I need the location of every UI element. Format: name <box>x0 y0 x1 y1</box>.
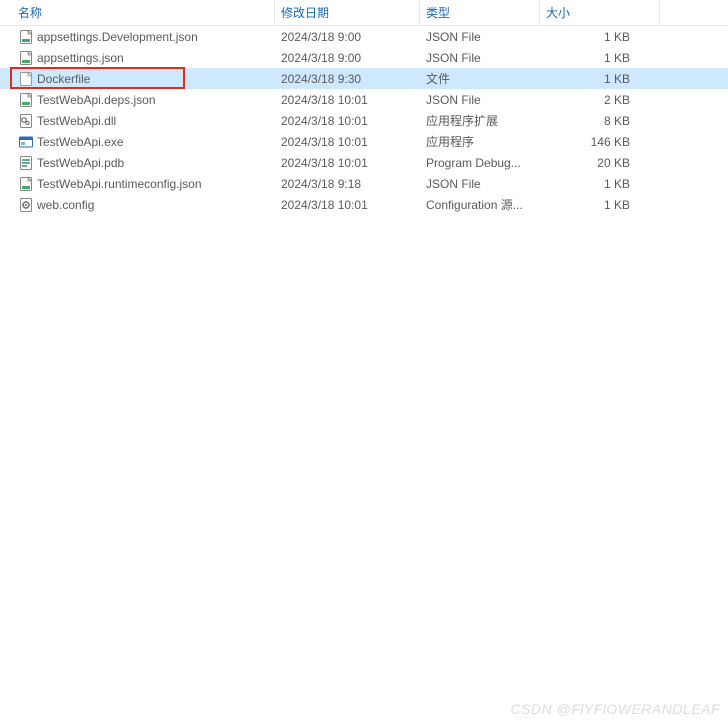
file-date-cell: 2024/3/18 10:01 <box>275 198 420 212</box>
json-file-icon <box>18 29 34 45</box>
file-row[interactable]: Dockerfile 2024/3/18 9:30文件1 KB <box>0 68 728 89</box>
exe-file-icon <box>18 134 34 150</box>
file-name-label: TestWebApi.dll <box>37 114 116 128</box>
file-row[interactable]: TestWebApi.exe 2024/3/18 10:01应用程序146 KB <box>0 131 728 152</box>
file-list: appsettings.Development.json 2024/3/18 9:… <box>0 26 728 215</box>
file-date-cell: 2024/3/18 9:00 <box>275 51 420 65</box>
file-name-cell: TestWebApi.deps.json <box>0 92 275 108</box>
file-date-cell: 2024/3/18 10:01 <box>275 135 420 149</box>
file-type-cell: 应用程序扩展 <box>420 112 540 129</box>
file-row[interactable]: web.config 2024/3/18 10:01Configuration 源… <box>0 194 728 215</box>
column-header-row: 名称 修改日期 类型 大小 <box>0 0 728 26</box>
file-date-cell: 2024/3/18 10:01 <box>275 114 420 128</box>
file-size-cell: 1 KB <box>540 198 660 212</box>
file-name-cell: Dockerfile <box>0 71 275 87</box>
file-size-cell: 1 KB <box>540 51 660 65</box>
file-name-label: TestWebApi.runtimeconfig.json <box>37 177 202 191</box>
column-header-date[interactable]: 修改日期 <box>275 0 420 25</box>
file-row[interactable]: TestWebApi.deps.json 2024/3/18 10:01JSON … <box>0 89 728 110</box>
file-size-cell: 146 KB <box>540 135 660 149</box>
file-row[interactable]: appsettings.Development.json 2024/3/18 9:… <box>0 26 728 47</box>
file-explorer: 名称 修改日期 类型 大小 appsettings.Development.js… <box>0 0 728 725</box>
watermark: CSDN @FlYFlOWERANDLEAF <box>510 701 720 717</box>
file-row[interactable]: TestWebApi.dll 2024/3/18 10:01应用程序扩展8 KB <box>0 110 728 131</box>
file-type-cell: 应用程序 <box>420 133 540 150</box>
file-name-cell: TestWebApi.pdb <box>0 155 275 171</box>
file-type-cell: JSON File <box>420 30 540 44</box>
file-size-cell: 1 KB <box>540 30 660 44</box>
file-name-label: appsettings.Development.json <box>37 30 198 44</box>
pdb-file-icon <box>18 155 34 171</box>
json-file-icon <box>18 176 34 192</box>
file-name-label: appsettings.json <box>37 51 124 65</box>
file-row[interactable]: TestWebApi.pdb 2024/3/18 10:01Program Deb… <box>0 152 728 173</box>
file-name-label: Dockerfile <box>37 72 90 86</box>
file-type-cell: JSON File <box>420 51 540 65</box>
file-name-cell: web.config <box>0 197 275 213</box>
file-date-cell: 2024/3/18 9:30 <box>275 72 420 86</box>
file-type-cell: 文件 <box>420 70 540 87</box>
file-row[interactable]: appsettings.json 2024/3/18 9:00JSON File1… <box>0 47 728 68</box>
file-size-cell: 1 KB <box>540 177 660 191</box>
file-row[interactable]: TestWebApi.runtimeconfig.json 2024/3/18 9… <box>0 173 728 194</box>
blank-file-icon <box>18 71 34 87</box>
file-type-cell: Program Debug... <box>420 156 540 170</box>
file-date-cell: 2024/3/18 10:01 <box>275 156 420 170</box>
file-name-label: TestWebApi.pdb <box>37 156 124 170</box>
file-name-label: TestWebApi.exe <box>37 135 124 149</box>
file-type-cell: JSON File <box>420 93 540 107</box>
dll-file-icon <box>18 113 34 129</box>
file-name-label: TestWebApi.deps.json <box>37 93 156 107</box>
file-size-cell: 8 KB <box>540 114 660 128</box>
config-file-icon <box>18 197 34 213</box>
file-size-cell: 20 KB <box>540 156 660 170</box>
json-file-icon <box>18 92 34 108</box>
file-size-cell: 1 KB <box>540 72 660 86</box>
file-type-cell: Configuration 源... <box>420 196 540 213</box>
file-date-cell: 2024/3/18 9:18 <box>275 177 420 191</box>
json-file-icon <box>18 50 34 66</box>
column-header-size[interactable]: 大小 <box>540 0 660 25</box>
file-name-cell: TestWebApi.dll <box>0 113 275 129</box>
column-header-type[interactable]: 类型 <box>420 0 540 25</box>
file-name-label: web.config <box>37 198 94 212</box>
file-date-cell: 2024/3/18 9:00 <box>275 30 420 44</box>
file-name-cell: appsettings.json <box>0 50 275 66</box>
file-name-cell: TestWebApi.exe <box>0 134 275 150</box>
file-size-cell: 2 KB <box>540 93 660 107</box>
file-type-cell: JSON File <box>420 177 540 191</box>
file-name-cell: TestWebApi.runtimeconfig.json <box>0 176 275 192</box>
column-header-name[interactable]: 名称 <box>0 0 275 25</box>
file-name-cell: appsettings.Development.json <box>0 29 275 45</box>
file-date-cell: 2024/3/18 10:01 <box>275 93 420 107</box>
